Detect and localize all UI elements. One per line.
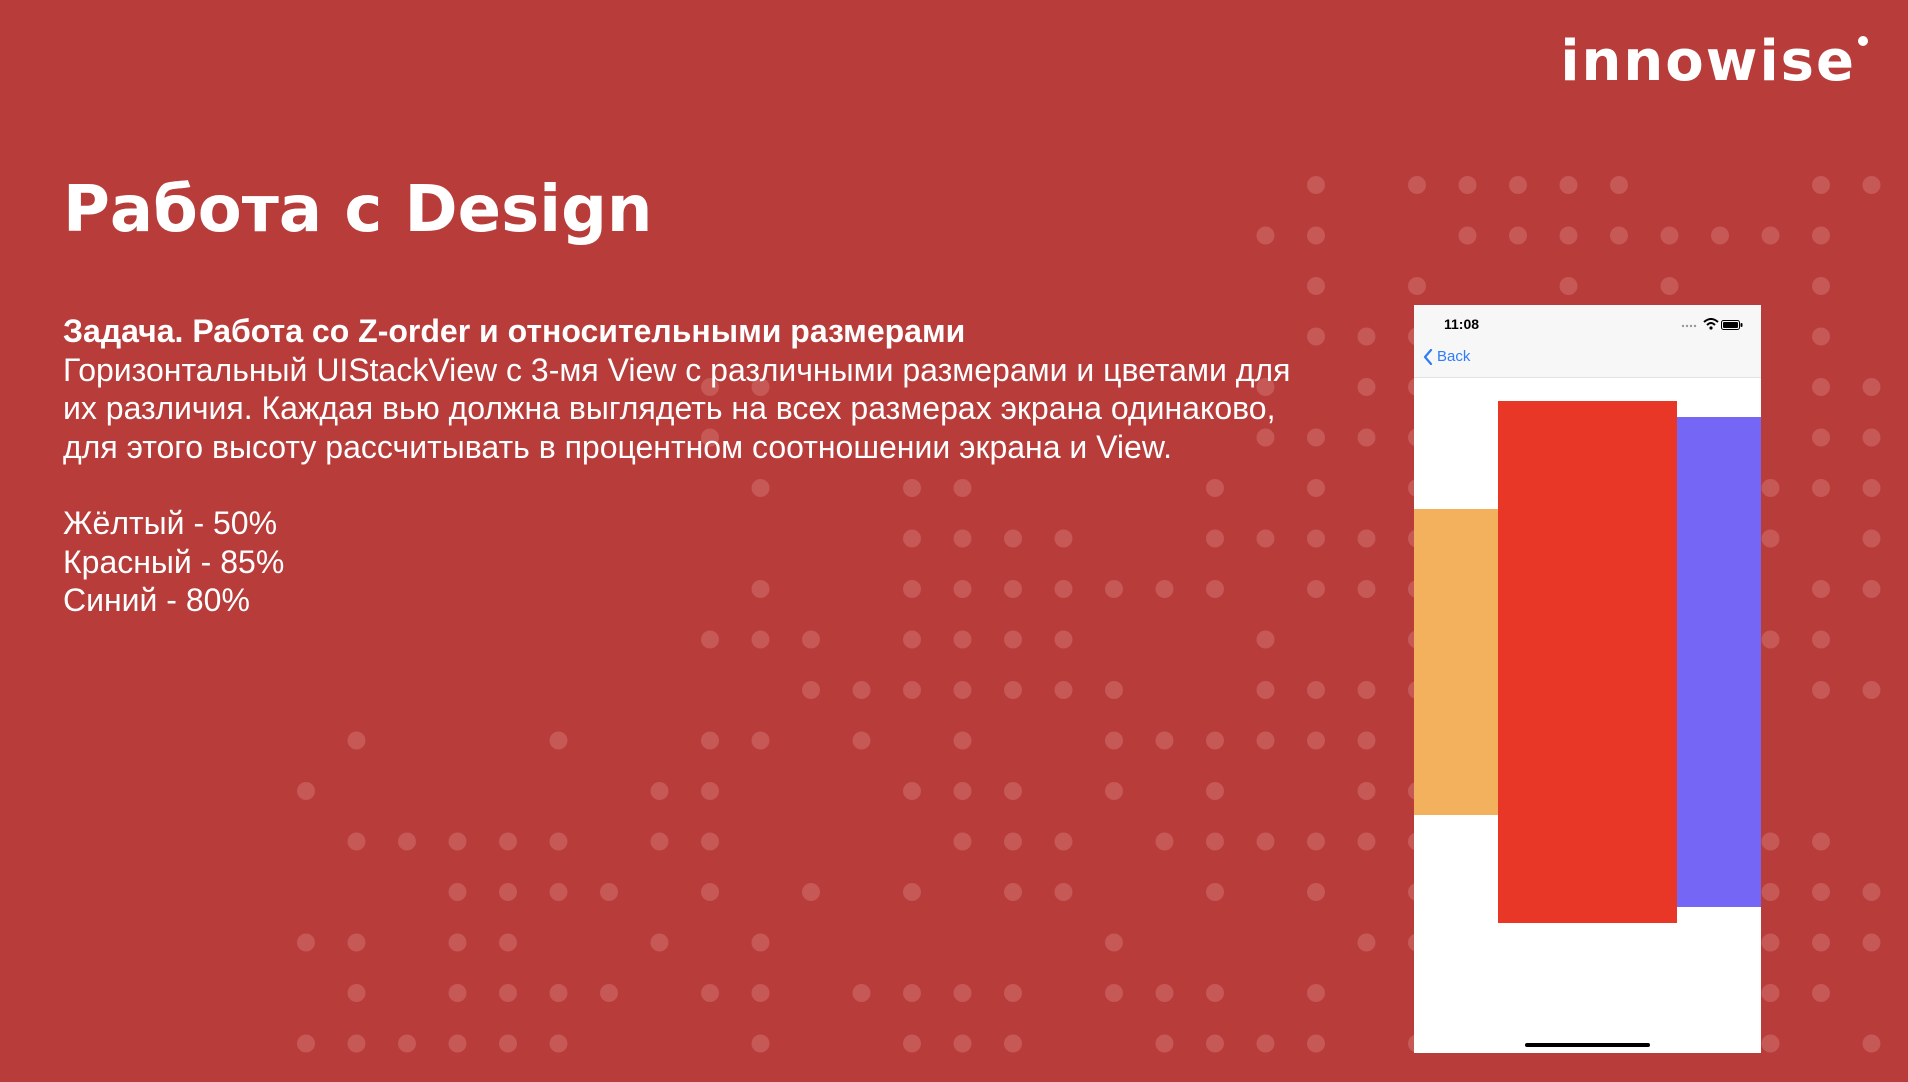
task-description: Горизонтальный UIStackView с 3-мя View с… <box>63 351 1291 465</box>
wifi-icon <box>1703 318 1719 330</box>
status-time: 11:08 <box>1444 316 1480 332</box>
phone-screenshot: 11:08 Back <box>1414 305 1761 1053</box>
height-item-yellow: Жёлтый - 50% <box>63 505 278 541</box>
back-button[interactable]: Back <box>1423 348 1470 365</box>
task-block: Задача. Работа со Z-order и относительны… <box>63 312 1293 620</box>
height-item-blue: Синий - 80% <box>63 582 250 618</box>
task-heading: Задача. Работа со Z-order и относительны… <box>63 313 966 349</box>
signal-icon <box>1681 324 1697 328</box>
blue-view <box>1677 416 1761 908</box>
innowise-logo: innowise <box>1560 34 1868 90</box>
status-bar: 11:08 <box>1414 305 1761 341</box>
yellow-view <box>1414 508 1498 816</box>
navigation-bar: Back <box>1414 341 1761 378</box>
content-area <box>1414 378 1761 1053</box>
red-view <box>1498 401 1677 923</box>
height-list: Жёлтый - 50% Красный - 85% Синий - 80% <box>63 504 1293 620</box>
battery-icon <box>1721 320 1743 330</box>
horizontal-stack-view <box>1414 378 1761 1053</box>
height-item-red: Красный - 85% <box>63 543 285 580</box>
chevron-left-icon <box>1423 348 1433 365</box>
slide-title: Работа с Design <box>63 173 653 247</box>
home-indicator <box>1525 1043 1650 1047</box>
back-label: Back <box>1437 348 1471 365</box>
